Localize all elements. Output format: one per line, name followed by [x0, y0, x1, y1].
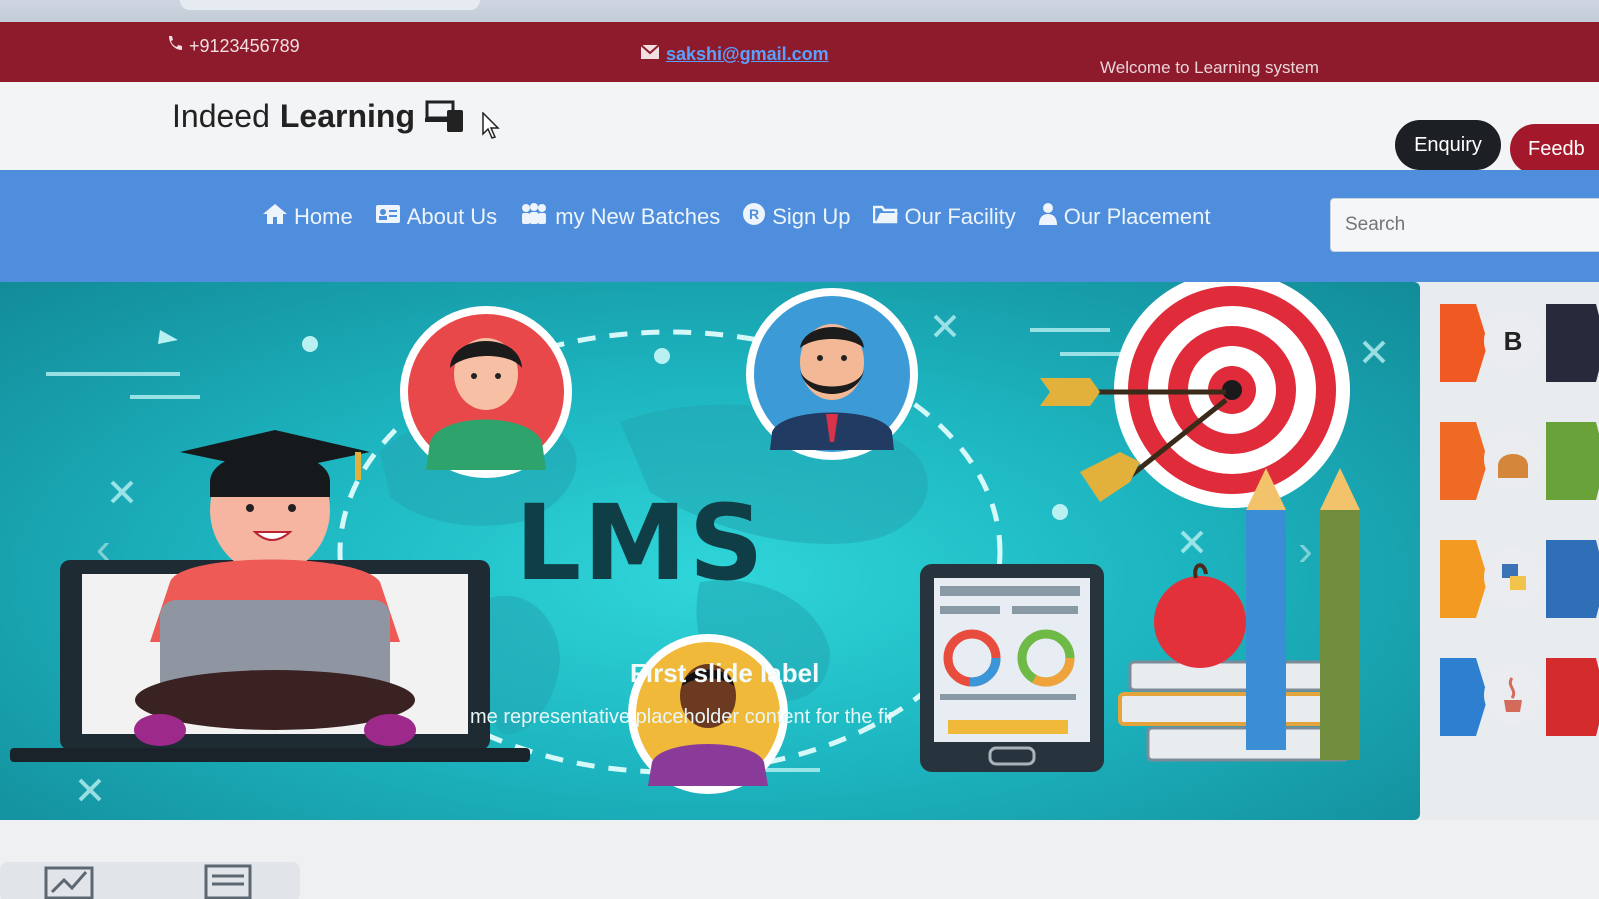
site-header: Indeed Learning Enquiry Feedb — [0, 82, 1599, 177]
android-logo[interactable] — [1436, 416, 1599, 506]
feature-icons — [44, 864, 252, 899]
brand-logo[interactable]: Indeed Learning — [172, 98, 473, 135]
browser-chrome — [0, 0, 1599, 22]
id-card-icon — [375, 204, 401, 230]
phone-contact: +9123456789 — [165, 34, 300, 59]
nav-menu: Home About Us my New Batches R Sign Up O… — [262, 202, 1211, 232]
nav-item-our-placement[interactable]: Our Placement — [1038, 202, 1211, 232]
python-logo[interactable] — [1436, 534, 1599, 624]
nav-label-about-us: About Us — [406, 204, 498, 229]
search-input[interactable] — [1330, 198, 1599, 252]
browser-tab[interactable] — [180, 0, 480, 10]
bottom-section — [0, 820, 1599, 899]
screen: +9123456789 sakshi@gmail.com Welcome to … — [0, 0, 1599, 899]
nav-item-new-batches[interactable]: my New Batches — [519, 203, 720, 231]
nav-label-new-batches: my New Batches — [555, 204, 721, 229]
svg-text:R: R — [749, 206, 759, 222]
email-contact: sakshi@gmail.com — [640, 44, 829, 65]
chevron-right-icon[interactable]: › — [1298, 526, 1313, 576]
home-icon — [262, 203, 288, 231]
welcome-text: Welcome to Learning system — [1100, 58, 1319, 77]
email-link[interactable]: sakshi@gmail.com — [666, 44, 829, 65]
user-icon — [1038, 202, 1058, 232]
nav-label-our-placement: Our Placement — [1063, 204, 1211, 229]
registered-icon: R — [742, 202, 766, 232]
slide-label: First slide label — [630, 658, 820, 688]
brand-name-strong: Learning — [279, 98, 415, 134]
nav-item-about-us[interactable]: About Us — [375, 204, 498, 230]
enquiry-button[interactable]: Enquiry — [1395, 120, 1501, 170]
users-icon — [519, 203, 549, 231]
nav-item-sign-up[interactable]: R Sign Up — [742, 202, 851, 232]
bootstrap-logo[interactable]: B — [1436, 298, 1599, 388]
devices-icon — [425, 100, 473, 134]
nav-label-sign-up: Sign Up — [772, 204, 851, 229]
nav-item-home[interactable]: Home — [262, 203, 353, 231]
nav-item-our-facility[interactable]: Our Facility — [872, 204, 1016, 230]
main-navbar: Home About Us my New Batches R Sign Up O… — [0, 170, 1599, 282]
phone-icon — [165, 34, 185, 59]
slide-caption: me representative placeholder content fo… — [470, 706, 895, 728]
envelope-icon — [640, 44, 660, 65]
mouse-cursor-icon — [482, 111, 502, 145]
technology-logos: B — [1436, 298, 1599, 758]
feature-card-strip — [0, 862, 300, 899]
brand-name-light: Indeed — [172, 98, 270, 134]
carousel-title: LMS — [515, 482, 766, 604]
phone-number: +9123456789 — [189, 36, 300, 56]
folder-icon — [872, 204, 899, 230]
bootstrap-b-icon: B — [1484, 312, 1542, 370]
hero-carousel: LMS First slide label me representative … — [0, 282, 1420, 820]
chevron-left-icon[interactable]: ‹ — [96, 524, 111, 574]
top-contact-bar: +9123456789 sakshi@gmail.com Welcome to … — [0, 22, 1599, 82]
java-logo[interactable] — [1436, 652, 1599, 742]
nav-label-home: Home — [294, 204, 353, 229]
nav-label-our-facility: Our Facility — [904, 204, 1016, 229]
feedback-button[interactable]: Feedb — [1510, 124, 1599, 174]
